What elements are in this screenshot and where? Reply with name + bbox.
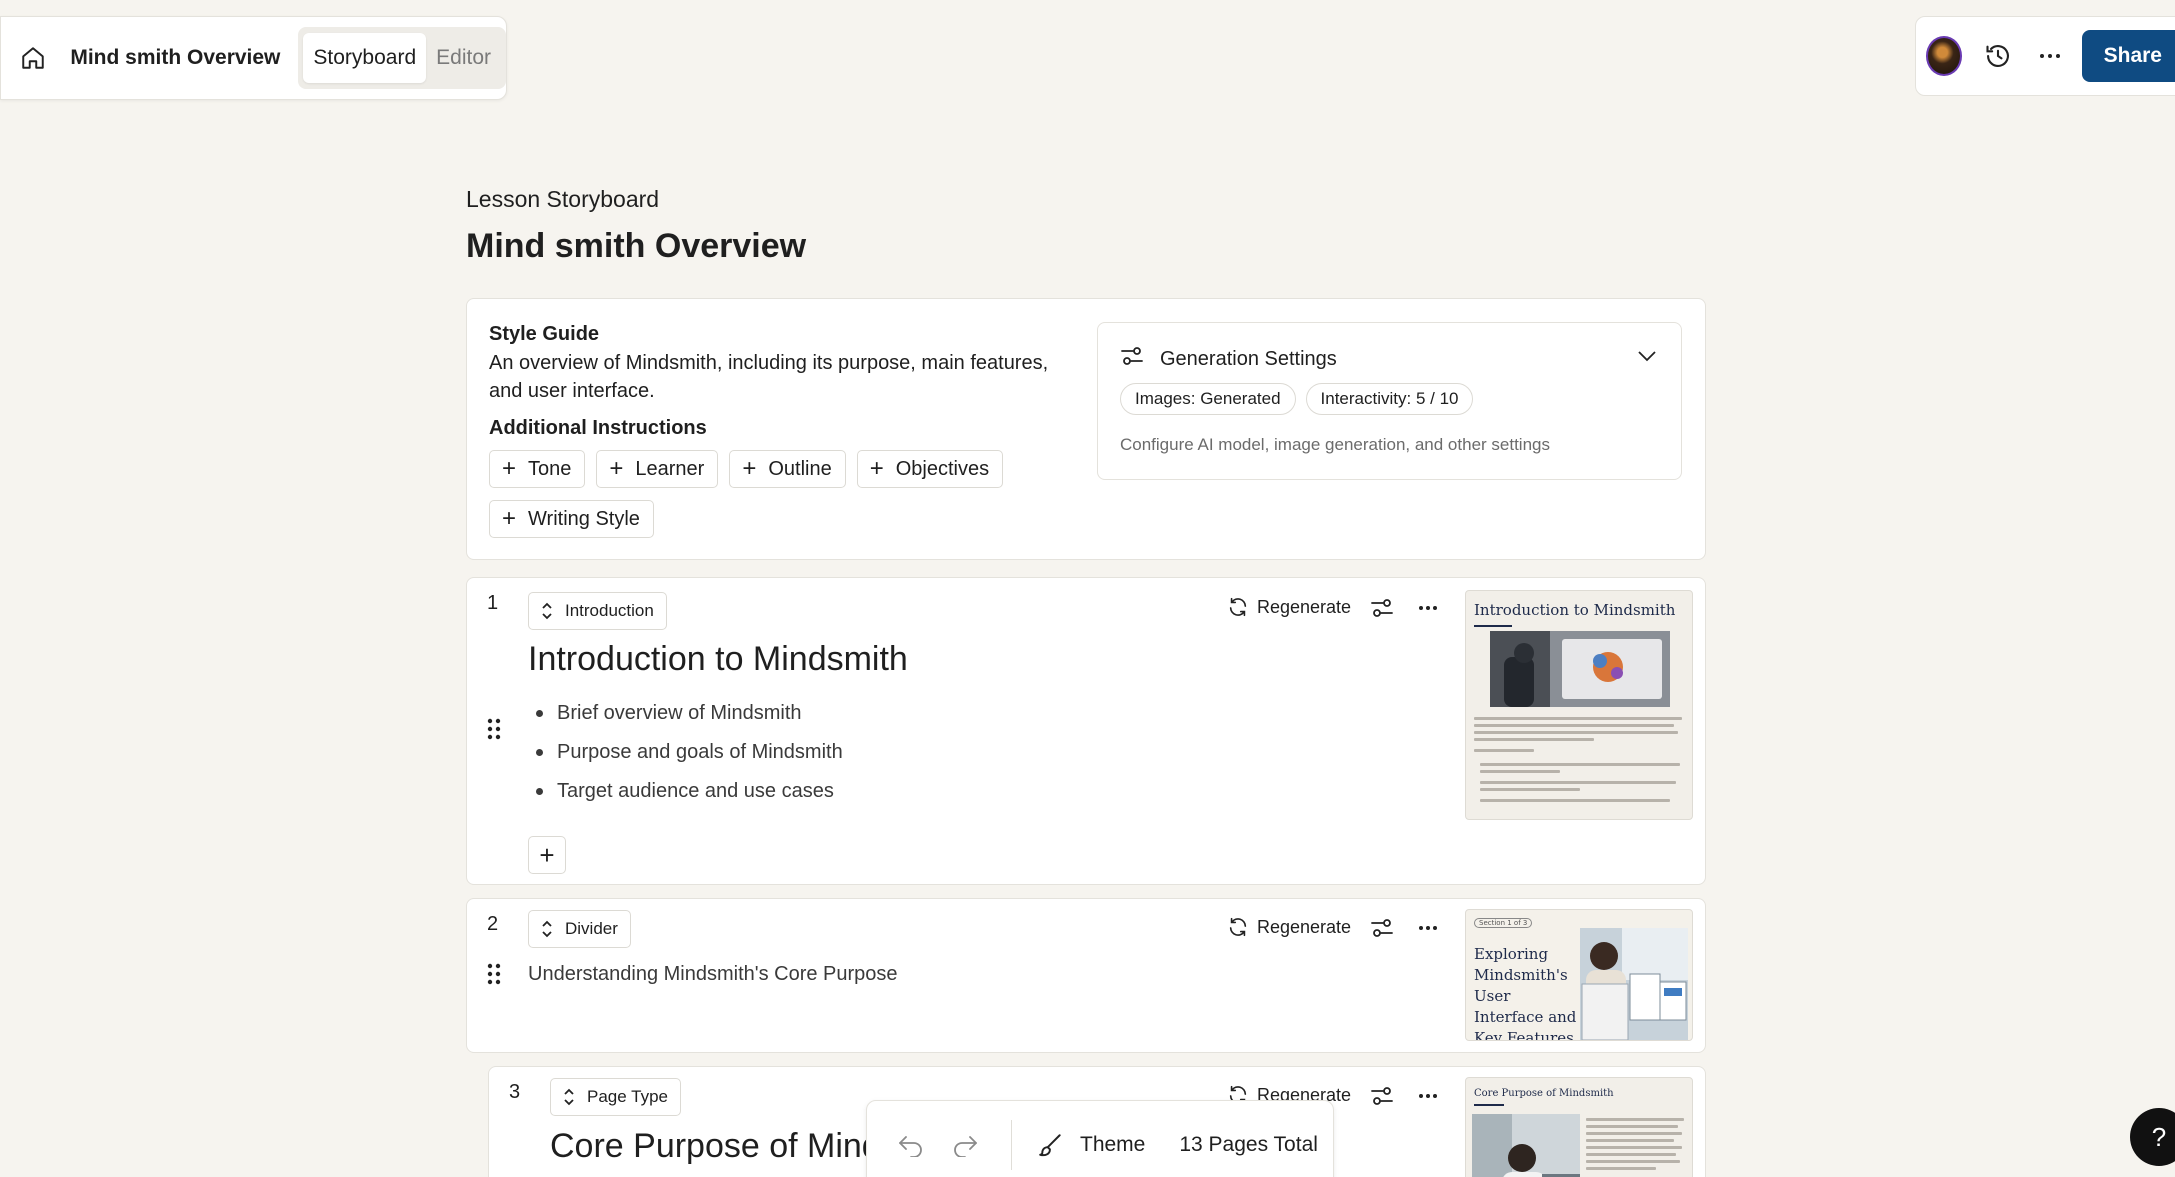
toolbar-divider [1011,1120,1012,1170]
page-thumbnail[interactable]: Core Purpose of Mindsmith [1465,1077,1693,1177]
thumb-image [1580,928,1688,1040]
plus-icon: + [742,455,757,482]
settings-sliders-icon[interactable] [1367,1082,1397,1110]
additional-instructions-heading: Additional Instructions [489,417,707,439]
list-item[interactable]: Purpose and goals of Mindsmith [528,733,843,772]
style-guide-card: Style Guide An overview of Mindsmith, in… [466,298,1706,560]
page-card-1: 1 Introduction Regenerate Introduction t… [466,577,1706,885]
plus-icon: + [609,455,624,482]
page-thumbnail[interactable]: Section 1 of 3 Exploring Mindsmith's Use… [1465,909,1693,1041]
outline-chip[interactable]: + Outline [729,450,846,488]
instruction-chips: + Tone + Learner + Outline + Objectives [489,450,1004,488]
style-guide-description[interactable]: An overview of Mindsmith, including its … [489,349,1079,405]
page-type-select[interactable]: Introduction [528,592,667,630]
brush-icon [1039,1134,1061,1157]
page-title-3[interactable]: Core Purpose of Minds [550,1127,898,1166]
avatar[interactable] [1926,36,1963,76]
view-switch: Storyboard Editor [298,27,506,89]
redo-icon[interactable] [945,1125,985,1165]
page-number: 1 [487,592,499,614]
sliders-icon [1120,345,1144,373]
thumb-image [1472,1114,1580,1177]
page-type-select[interactable]: Divider [528,910,631,948]
refresh-icon [1229,597,1247,617]
drag-handle-icon[interactable] [487,718,501,745]
chevron-updown-icon [542,920,552,938]
plus-icon: + [869,455,884,482]
tab-storyboard[interactable]: Storyboard [303,33,427,83]
page-card-2: 2 Divider Regenerate Understanding Minds… [466,898,1706,1053]
instruction-chips-row2: + Writing Style [489,500,654,538]
settings-sliders-icon[interactable] [1367,914,1397,942]
regenerate-button[interactable]: Regenerate [1227,596,1351,618]
bottom-toolbar: Theme 13 Pages Total [866,1100,1334,1177]
top-nav: Mind smith Overview Storyboard Editor [0,16,507,100]
page-title-1[interactable]: Introduction to Mindsmith [528,640,908,679]
thumb-rule [1474,625,1512,627]
regenerate-button[interactable]: Regenerate [1227,916,1351,938]
thumb-image [1490,631,1670,707]
chevron-down-icon[interactable] [1637,349,1657,367]
tone-chip[interactable]: + Tone [489,450,586,488]
learner-chip[interactable]: + Learner [596,450,719,488]
list-item[interactable]: Target audience and use cases [528,772,843,811]
generation-settings[interactable]: Generation Settings Images: Generated In… [1097,322,1682,480]
help-button[interactable]: ? [2130,1108,2175,1166]
plus-icon: + [502,455,517,482]
history-icon[interactable] [1978,34,2018,78]
interactivity-pill: Interactivity: 5 / 10 [1305,383,1474,415]
thumb-title: Core Purpose of Mindsmith [1474,1088,1614,1099]
page-title[interactable]: Mind smith Overview [466,227,806,266]
images-pill: Images: Generated [1120,383,1296,415]
drag-handle-icon[interactable] [487,963,501,990]
page-number: 2 [487,913,499,935]
thumb-title: Exploring Mindsmith's User Interface and… [1474,945,1577,1041]
list-item[interactable]: Brief overview of Mindsmith [528,694,843,733]
undo-icon[interactable] [891,1125,931,1165]
eyebrow: Lesson Storyboard [466,186,660,212]
home-icon[interactable] [19,42,46,74]
top-actions: Share [1915,16,2175,96]
more-icon[interactable] [1413,594,1443,622]
theme-button[interactable]: Theme [1038,1132,1145,1158]
more-icon[interactable] [1413,914,1443,942]
thumb-rule [1474,1104,1504,1106]
refresh-icon [1229,917,1247,937]
plus-icon: + [539,839,555,870]
writing-style-chip[interactable]: + Writing Style [489,500,654,538]
plus-icon: + [502,505,517,532]
objectives-chip[interactable]: + Objectives [856,450,1004,488]
tab-editor[interactable]: Editor [426,33,501,83]
bullet-list: Brief overview of Mindsmith Purpose and … [528,694,843,811]
thumb-badge: Section 1 of 3 [1474,918,1533,928]
pages-total: 13 Pages Total [1179,1133,1318,1156]
page-type-select[interactable]: Page Type [550,1078,681,1116]
page-thumbnail[interactable]: Introduction to Mindsmith [1465,590,1693,820]
generation-settings-heading: Generation Settings [1160,347,1337,370]
thumb-title: Introduction to Mindsmith [1474,601,1676,619]
chevron-updown-icon [542,602,552,620]
style-guide-heading: Style Guide [489,323,600,345]
generation-subtitle: Configure AI model, image generation, an… [1120,435,1550,454]
chevron-updown-icon [564,1088,574,1106]
doc-title[interactable]: Mind smith Overview [70,46,280,70]
more-icon[interactable] [2030,34,2070,78]
add-bullet-button[interactable]: + [528,836,566,874]
settings-sliders-icon[interactable] [1367,594,1397,622]
share-button[interactable]: Share [2081,30,2175,82]
page-number: 3 [509,1081,521,1103]
more-icon[interactable] [1413,1082,1443,1110]
divider-subtitle[interactable]: Understanding Mindsmith's Core Purpose [528,963,898,986]
